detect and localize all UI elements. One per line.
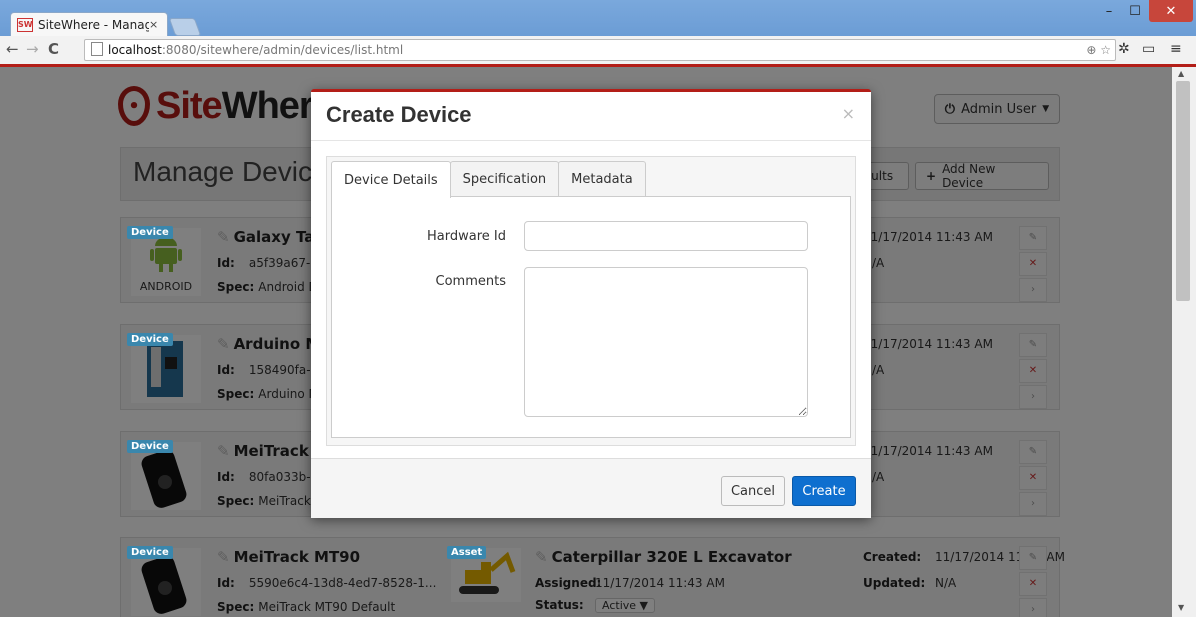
tab-title: SiteWhere - Manage bbox=[38, 17, 149, 32]
zoom-icon[interactable]: ⊕ bbox=[1086, 43, 1096, 57]
address-bar[interactable]: localhost:8080/sitewhere/admin/devices/l… bbox=[84, 39, 1116, 61]
window-maximize-button[interactable]: ☐ bbox=[1122, 0, 1148, 22]
browser-tab[interactable]: SW SiteWhere - Manage × bbox=[10, 12, 168, 36]
tab-bar: Device Details Specification Metadata bbox=[331, 161, 646, 198]
comments-label: Comments bbox=[435, 274, 506, 289]
modal-header: Create Device × bbox=[311, 92, 871, 141]
tab-specification[interactable]: Specification bbox=[449, 161, 560, 197]
cast-icon[interactable]: ▭ bbox=[1142, 41, 1155, 57]
menu-icon[interactable]: ≡ bbox=[1170, 41, 1182, 57]
browser-toolbar: ← → C localhost:8080/sitewhere/admin/dev… bbox=[0, 36, 1196, 67]
url-path: :8080/sitewhere/admin/devices/list.html bbox=[161, 43, 404, 57]
asset-badge: Asset bbox=[447, 546, 487, 559]
extension-gear-icon[interactable]: ✲ bbox=[1118, 41, 1130, 57]
scroll-up-arrow-icon[interactable]: ▲ bbox=[1178, 69, 1184, 78]
tab-device-details[interactable]: Device Details bbox=[331, 161, 451, 198]
device-details-panel: Hardware Id Comments bbox=[331, 196, 851, 438]
bookmark-star-icon[interactable]: ☆ bbox=[1100, 43, 1111, 57]
back-arrow-icon[interactable]: ← bbox=[6, 40, 19, 58]
modal-footer: Cancel Create bbox=[311, 458, 871, 518]
window-minimize-button[interactable]: – bbox=[1096, 0, 1122, 22]
device-badge: Device bbox=[127, 333, 173, 346]
hardware-id-input[interactable] bbox=[524, 221, 808, 251]
create-button[interactable]: Create bbox=[792, 476, 856, 506]
window-close-button[interactable]: ✕ bbox=[1149, 0, 1193, 22]
cancel-button[interactable]: Cancel bbox=[721, 476, 785, 506]
hardware-id-label: Hardware Id bbox=[427, 229, 506, 244]
comments-textarea[interactable] bbox=[524, 267, 808, 417]
tab-close-icon[interactable]: × bbox=[149, 18, 163, 31]
tabs-container: Device Details Specification Metadata Ha… bbox=[326, 156, 856, 446]
scroll-thumb[interactable] bbox=[1176, 81, 1190, 301]
page-scrollbar[interactable]: ▲ ▼ bbox=[1172, 67, 1196, 617]
device-badge: Device bbox=[127, 440, 173, 453]
create-device-dialog: Create Device × Device Details Specifica… bbox=[311, 89, 871, 518]
device-badge: Device bbox=[127, 546, 173, 559]
tab-metadata[interactable]: Metadata bbox=[558, 161, 646, 197]
reload-icon[interactable]: C bbox=[48, 40, 59, 58]
forward-arrow-icon[interactable]: → bbox=[26, 40, 39, 58]
device-badge: Device bbox=[127, 226, 173, 239]
close-icon[interactable]: × bbox=[842, 104, 855, 123]
page-icon bbox=[91, 42, 103, 56]
scroll-down-arrow-icon[interactable]: ▼ bbox=[1178, 603, 1184, 612]
sitewhere-favicon-icon: SW bbox=[17, 17, 33, 32]
modal-title: Create Device bbox=[326, 102, 472, 127]
url-host: localhost bbox=[108, 43, 162, 57]
